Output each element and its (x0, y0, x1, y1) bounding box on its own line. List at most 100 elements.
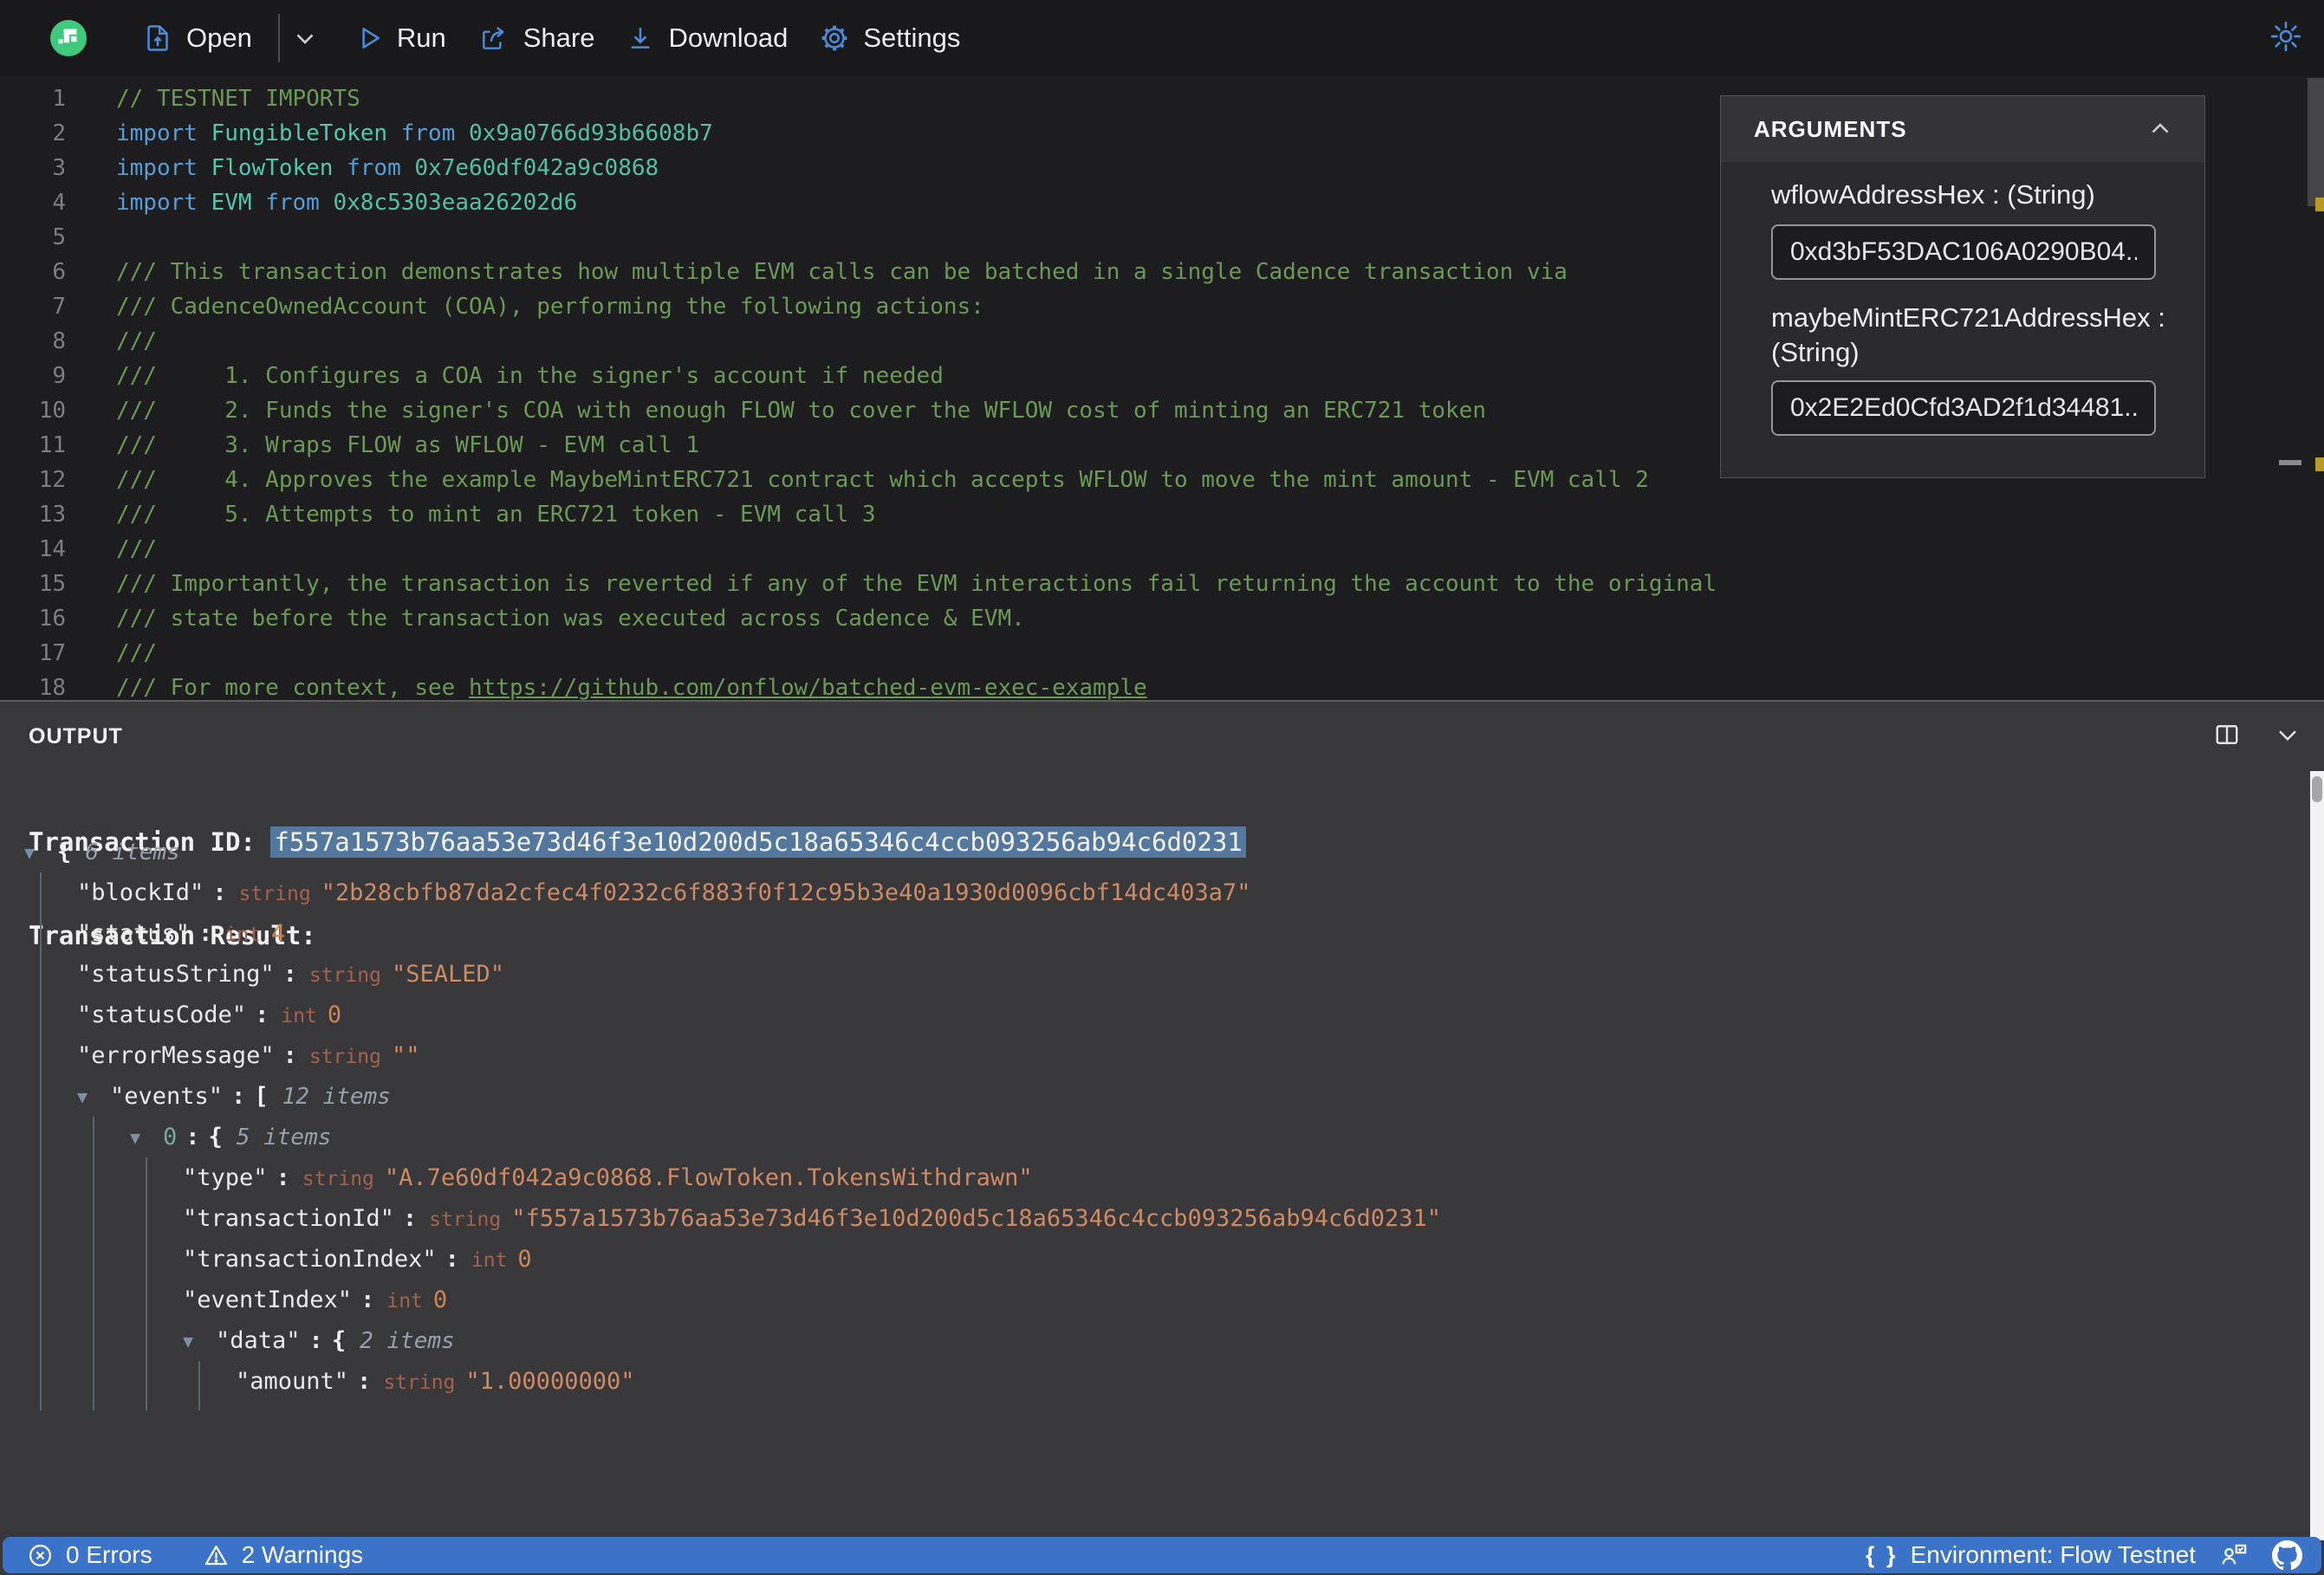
output-scrollbar-track[interactable] (2310, 771, 2324, 1540)
code-token: import (116, 190, 211, 216)
arg2-label-line1: maybeMintERC721AddressHex : (1771, 302, 2165, 333)
errors-label: 0 Errors (66, 1541, 153, 1568)
line-number: 5 (52, 224, 66, 250)
warnings-label: 2 Warnings (241, 1541, 364, 1568)
code-token: /// (116, 640, 157, 666)
code-line[interactable]: 15 /// Importantly, the transaction is re… (0, 567, 2324, 601)
code-token: /// 3. Wraps FLOW as WFLOW - EVM call 1 (116, 432, 700, 458)
arg1-input[interactable] (1771, 224, 2156, 280)
code-token: EVM (211, 190, 252, 216)
line-number: 8 (52, 328, 66, 354)
open-button[interactable]: Open (142, 23, 252, 54)
code-token: import (116, 155, 211, 181)
code-token: /// CadenceOwnedAccount (COA), performin… (116, 294, 984, 320)
warnings-status[interactable]: 2 Warnings (203, 1541, 364, 1569)
line-number: 10 (38, 398, 66, 424)
code-token: /// 2. Funds the signer's COA with enoug… (116, 398, 1486, 424)
json-node-row[interactable]: ▼ "data":{2 items (183, 1320, 2305, 1361)
sun-icon (2270, 21, 2301, 52)
code-link[interactable]: https://github.com/onflow/batched-evm-ex… (469, 675, 1147, 701)
overview-ruler-mark (2279, 460, 2301, 465)
feedback-icon[interactable] (2218, 1540, 2249, 1570)
json-node-row[interactable]: ▼{6 items (24, 832, 2305, 872)
line-number: 3 (52, 155, 66, 181)
arg1-label: wflowAddressHex : (String) (1771, 179, 2095, 210)
theme-toggle-button[interactable] (2269, 19, 2303, 58)
status-bar: 0 Errors 2 Warnings { } Environment: Flo… (3, 1537, 2321, 1573)
collapse-triangle-icon[interactable]: ▼ (130, 1118, 163, 1158)
environment-status[interactable]: { } Environment: Flow Testnet (1866, 1541, 2196, 1569)
output-scrollbar-thumb[interactable] (2312, 776, 2322, 802)
code-token: import (116, 120, 211, 146)
environment-label: Environment: Flow Testnet (1910, 1541, 2196, 1568)
code-token: /// state before the transaction was exe… (116, 606, 1025, 632)
arg2-label: maybeMintERC721AddressHex : (String) (1771, 301, 2204, 370)
code-token: FlowToken (211, 155, 334, 181)
json-leaf-row: "errorMessage": string "" (77, 1042, 420, 1069)
line-number: 12 (38, 467, 66, 493)
open-file-icon (147, 25, 168, 51)
gear-icon (821, 25, 847, 51)
share-icon (482, 27, 504, 49)
code-token: /// (116, 328, 157, 354)
collapse-triangle-icon[interactable]: ▼ (24, 833, 57, 873)
error-circle-icon (29, 1544, 51, 1566)
code-token: /// 4. Approves the example MaybeMintERC… (116, 467, 1649, 493)
arg2-label-line2: (String) (1771, 337, 1860, 367)
json-leaf-row: "statusString": string "SEALED" (77, 961, 504, 988)
code-token: /// 5. Attempts to mint an ERC721 token … (116, 502, 876, 528)
share-button[interactable]: Share (477, 23, 595, 54)
code-token: /// (116, 536, 157, 562)
arguments-panel: ARGUMENTS wflowAddressHex : (String) may… (1720, 95, 2205, 478)
run-button[interactable]: Run (354, 23, 446, 54)
code-token: /// Importantly, the transaction is reve… (116, 571, 1717, 597)
run-label: Run (396, 23, 446, 53)
collapse-output-chevron-icon[interactable] (2272, 719, 2303, 750)
arg2-input[interactable] (1771, 380, 2156, 436)
warning-annotation-mark (2315, 198, 2324, 211)
code-token: /// 1. Configures a COA in the signer's … (116, 363, 944, 389)
code-line[interactable]: 17 /// (0, 636, 2324, 671)
errors-status[interactable]: 0 Errors (27, 1541, 153, 1569)
flow-logo-icon[interactable] (50, 20, 87, 56)
code-token: // TESTNET IMPORTS (116, 86, 360, 112)
code-line[interactable]: 13 /// 5. Attempts to mint an ERC721 toke… (0, 497, 2324, 532)
open-dropdown-chevron[interactable] (290, 23, 320, 53)
arguments-title: ARGUMENTS (1754, 115, 1907, 142)
code-token: from (387, 120, 469, 146)
output-title: OUTPUT (29, 724, 123, 749)
editor-scrollbar-thumb[interactable] (2308, 78, 2324, 206)
collapse-triangle-icon[interactable]: ▼ (183, 1321, 216, 1362)
json-leaf-row: "status": int 4 (77, 920, 286, 947)
line-number: 7 (52, 294, 66, 320)
toolbar-separator (277, 14, 280, 62)
line-number: 4 (52, 190, 66, 216)
json-result-tree: ▼{6 items "blockId": string "2b28cbfb87da2c… (0, 832, 2305, 1410)
chevron-up-icon[interactable] (2145, 114, 2175, 144)
code-token: from (251, 190, 334, 216)
split-view-icon[interactable] (2211, 719, 2243, 750)
json-node-row[interactable]: ▼ 0:{5 items (130, 1117, 2305, 1157)
code-line[interactable]: 18 /// For more context, see https://gith… (0, 671, 2324, 702)
arguments-header[interactable]: ARGUMENTS (1721, 96, 2204, 162)
json-leaf-row: "from":string"0xfd3b4cd50d44e6ed" (236, 1402, 2305, 1410)
code-token: /// This transaction demonstrates how mu… (116, 259, 1568, 285)
json-leaf-row: "transactionIndex": int 0 (183, 1246, 532, 1273)
toolbar: Open Run Share Download Settings (0, 0, 2324, 76)
download-label: Download (668, 23, 789, 53)
code-token: 0x9a0766d93b6608b7 (469, 120, 713, 146)
settings-button[interactable]: Settings (819, 23, 960, 54)
download-icon (631, 27, 650, 49)
json-leaf-row: "statusCode": int 0 (77, 1001, 342, 1028)
code-line[interactable]: 16 /// state before the transaction was e… (0, 601, 2324, 636)
chevron-down-icon (296, 34, 314, 44)
share-label: Share (523, 23, 595, 53)
github-icon[interactable] (2272, 1539, 2302, 1571)
collapse-triangle-icon[interactable]: ▼ (77, 1077, 110, 1118)
line-number: 2 (52, 120, 66, 146)
line-number: 15 (38, 571, 66, 597)
download-button[interactable]: Download (626, 23, 788, 54)
code-line[interactable]: 14 /// (0, 532, 2324, 567)
json-node-row[interactable]: ▼ "events":[12 items (77, 1076, 2305, 1117)
braces-icon: { } (1866, 1541, 1899, 1568)
